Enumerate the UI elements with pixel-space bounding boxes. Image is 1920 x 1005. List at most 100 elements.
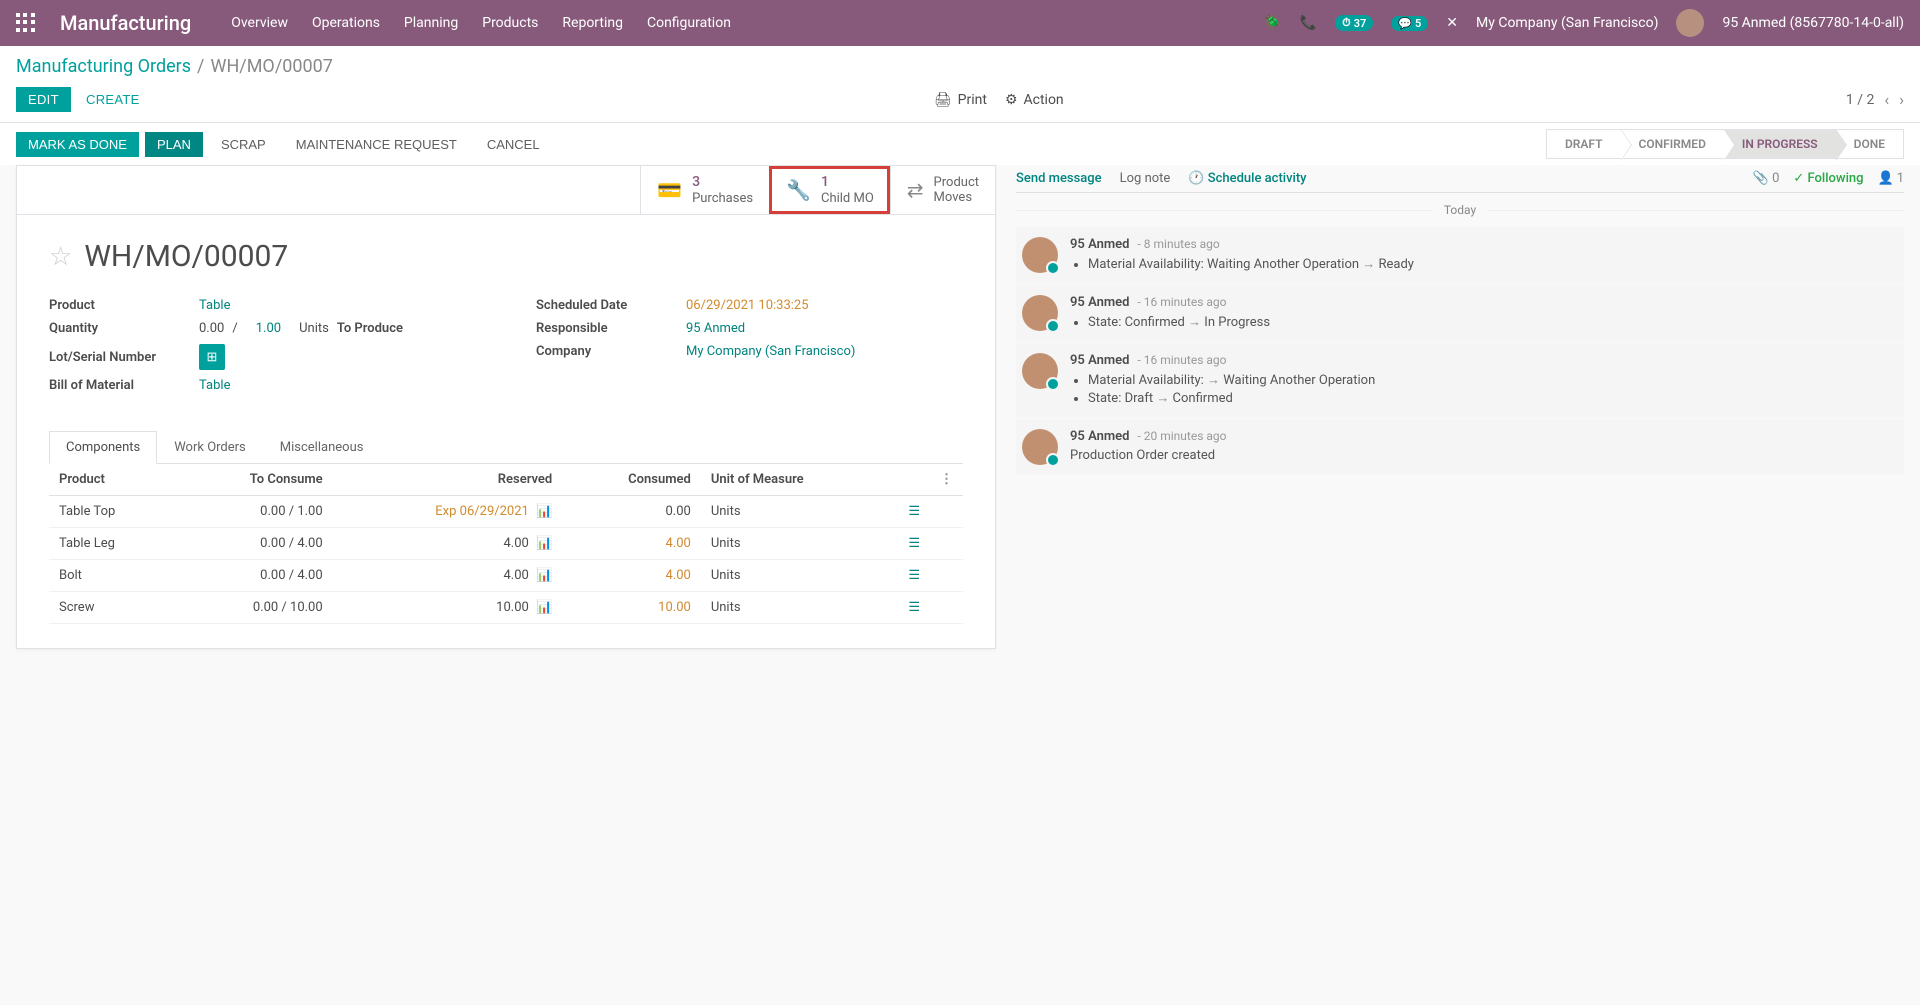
- forecast-icon[interactable]: 📊: [536, 504, 552, 519]
- status-confirmed[interactable]: CONFIRMED: [1621, 129, 1724, 159]
- details-icon[interactable]: ☰: [908, 568, 920, 583]
- pager: 1 / 2 ‹ ›: [1846, 90, 1904, 109]
- edit-button[interactable]: EDIT: [16, 87, 71, 112]
- table-menu-icon[interactable]: ⋮: [940, 472, 953, 487]
- tabs: Components Work Orders Miscellaneous: [49, 431, 963, 464]
- followers-button[interactable]: 👤1: [1878, 171, 1905, 186]
- clock-badge[interactable]: ⏱ 37: [1335, 15, 1373, 31]
- user-menu[interactable]: 95 Anmed (8567780-14-0-all): [1722, 15, 1904, 31]
- forecast-icon[interactable]: 📊: [536, 536, 552, 551]
- close-icon[interactable]: ✕: [1446, 15, 1458, 31]
- nav-configuration[interactable]: Configuration: [647, 15, 731, 31]
- cell-to-consume: 0.00 / 1.00: [177, 496, 333, 528]
- message-content: Production Order created: [1070, 448, 1898, 463]
- mark-done-button[interactable]: MARK AS DONE: [16, 132, 139, 157]
- cell-uom: Units: [701, 528, 890, 560]
- action-button[interactable]: ⚙Action: [1005, 92, 1064, 108]
- pager-next[interactable]: ›: [1899, 90, 1904, 109]
- status-draft[interactable]: DRAFT: [1546, 129, 1621, 159]
- company-switcher[interactable]: My Company (San Francisco): [1476, 15, 1658, 31]
- print-button[interactable]: 🖨Print: [934, 92, 987, 108]
- message-content: Material Availability: Waiting Another O…: [1070, 256, 1898, 272]
- apps-icon[interactable]: [16, 13, 36, 33]
- print-icon: 🖨: [934, 92, 952, 108]
- bug-icon[interactable]: 🪲: [1264, 15, 1281, 31]
- message-author: 95 Anmed: [1070, 429, 1129, 444]
- nav-planning[interactable]: Planning: [404, 15, 458, 31]
- message-author: 95 Anmed: [1070, 237, 1129, 252]
- send-message-button[interactable]: Send message: [1016, 171, 1102, 186]
- breadcrumb-sep: /: [197, 56, 204, 77]
- credit-card-icon: 💳: [657, 178, 682, 202]
- log-note-button[interactable]: Log note: [1120, 171, 1171, 186]
- control-panel: Manufacturing Orders / WH/MO/00007 EDIT …: [0, 46, 1920, 123]
- avatar: [1022, 295, 1058, 331]
- message: 95 Anmed- 20 minutes agoProduction Order…: [1016, 419, 1904, 475]
- pager-prev[interactable]: ‹: [1884, 90, 1889, 109]
- th-uom[interactable]: Unit of Measure: [701, 464, 890, 496]
- avatar[interactable]: [1676, 9, 1704, 37]
- th-to-consume[interactable]: To Consume: [177, 464, 333, 496]
- label-quantity: Quantity: [49, 321, 199, 336]
- forecast-icon[interactable]: 📊: [536, 568, 552, 583]
- stat-child-mo[interactable]: 🔧 1Child MO: [769, 166, 890, 214]
- avatar: [1022, 237, 1058, 273]
- forecast-icon[interactable]: 📊: [536, 600, 552, 615]
- chat-badge[interactable]: 💬 5: [1391, 16, 1428, 31]
- following-button[interactable]: ✓ Following: [1793, 171, 1863, 186]
- table-row[interactable]: Bolt0.00 / 4.004.00 📊4.00Units☰: [49, 560, 963, 592]
- cell-product: Table Top: [49, 496, 177, 528]
- maintenance-button[interactable]: MAINTENANCE REQUEST: [284, 132, 469, 157]
- star-icon[interactable]: ☆: [49, 242, 72, 272]
- th-consumed[interactable]: Consumed: [562, 464, 701, 496]
- message-author: 95 Anmed: [1070, 295, 1129, 310]
- message-time: - 16 minutes ago: [1137, 353, 1226, 367]
- nav-overview[interactable]: Overview: [231, 15, 288, 31]
- plan-button[interactable]: PLAN: [145, 132, 203, 157]
- table-row[interactable]: Table Top0.00 / 1.00Exp 06/29/2021 📊0.00…: [49, 496, 963, 528]
- nav-reporting[interactable]: Reporting: [562, 15, 623, 31]
- cell-consumed: 4.00: [562, 560, 701, 592]
- details-icon[interactable]: ☰: [908, 536, 920, 551]
- lot-assign-button[interactable]: ⊞: [199, 344, 225, 370]
- nav-operations[interactable]: Operations: [312, 15, 380, 31]
- label-bom: Bill of Material: [49, 378, 199, 393]
- brand[interactable]: Manufacturing: [60, 11, 191, 35]
- field-product[interactable]: Table: [199, 298, 230, 313]
- phone-icon[interactable]: 📞: [1300, 15, 1317, 31]
- stat-purchases[interactable]: 💳 3Purchases: [640, 166, 769, 214]
- cell-reserved: 4.00 📊: [333, 528, 563, 560]
- cell-to-consume: 0.00 / 4.00: [177, 528, 333, 560]
- breadcrumb-root[interactable]: Manufacturing Orders: [16, 56, 191, 77]
- cancel-button[interactable]: CANCEL: [475, 132, 552, 157]
- field-responsible[interactable]: 95 Anmed: [686, 321, 745, 336]
- stat-product-moves[interactable]: ⇄ ProductMoves: [890, 166, 995, 214]
- message-time: - 8 minutes ago: [1137, 237, 1219, 251]
- th-product[interactable]: Product: [49, 464, 177, 496]
- field-company[interactable]: My Company (San Francisco): [686, 344, 855, 359]
- tab-misc[interactable]: Miscellaneous: [263, 431, 381, 463]
- wrench-icon: 🔧: [786, 178, 811, 202]
- nav-products[interactable]: Products: [482, 15, 538, 31]
- field-bom[interactable]: Table: [199, 378, 230, 393]
- status-in-progress[interactable]: IN PROGRESS: [1724, 129, 1836, 159]
- tab-components[interactable]: Components: [49, 431, 157, 464]
- create-button[interactable]: CREATE: [74, 87, 152, 112]
- attachments-button[interactable]: 📎0: [1753, 171, 1780, 186]
- table-row[interactable]: Screw0.00 / 10.0010.00 📊10.00Units☰: [49, 592, 963, 624]
- th-reserved[interactable]: Reserved: [333, 464, 563, 496]
- cell-uom: Units: [701, 592, 890, 624]
- label-lot: Lot/Serial Number: [49, 350, 199, 365]
- details-icon[interactable]: ☰: [908, 600, 920, 615]
- pager-text: 1 / 2: [1846, 92, 1874, 108]
- tab-work-orders[interactable]: Work Orders: [157, 431, 263, 463]
- topbar-right: 🪲 📞 ⏱ 37 💬 5 ✕ My Company (San Francisco…: [1264, 9, 1904, 37]
- scrap-button[interactable]: SCRAP: [209, 132, 278, 157]
- table-row[interactable]: Table Leg0.00 / 4.004.00 📊4.00Units☰: [49, 528, 963, 560]
- schedule-activity-button[interactable]: 🕐 Schedule activity: [1188, 171, 1306, 186]
- details-icon[interactable]: ☰: [908, 504, 920, 519]
- cell-consumed: 4.00: [562, 528, 701, 560]
- cell-consumed: 0.00: [562, 496, 701, 528]
- chatter: Send message Log note 🕐 Schedule activit…: [996, 165, 1904, 649]
- label-scheduled: Scheduled Date: [536, 298, 686, 313]
